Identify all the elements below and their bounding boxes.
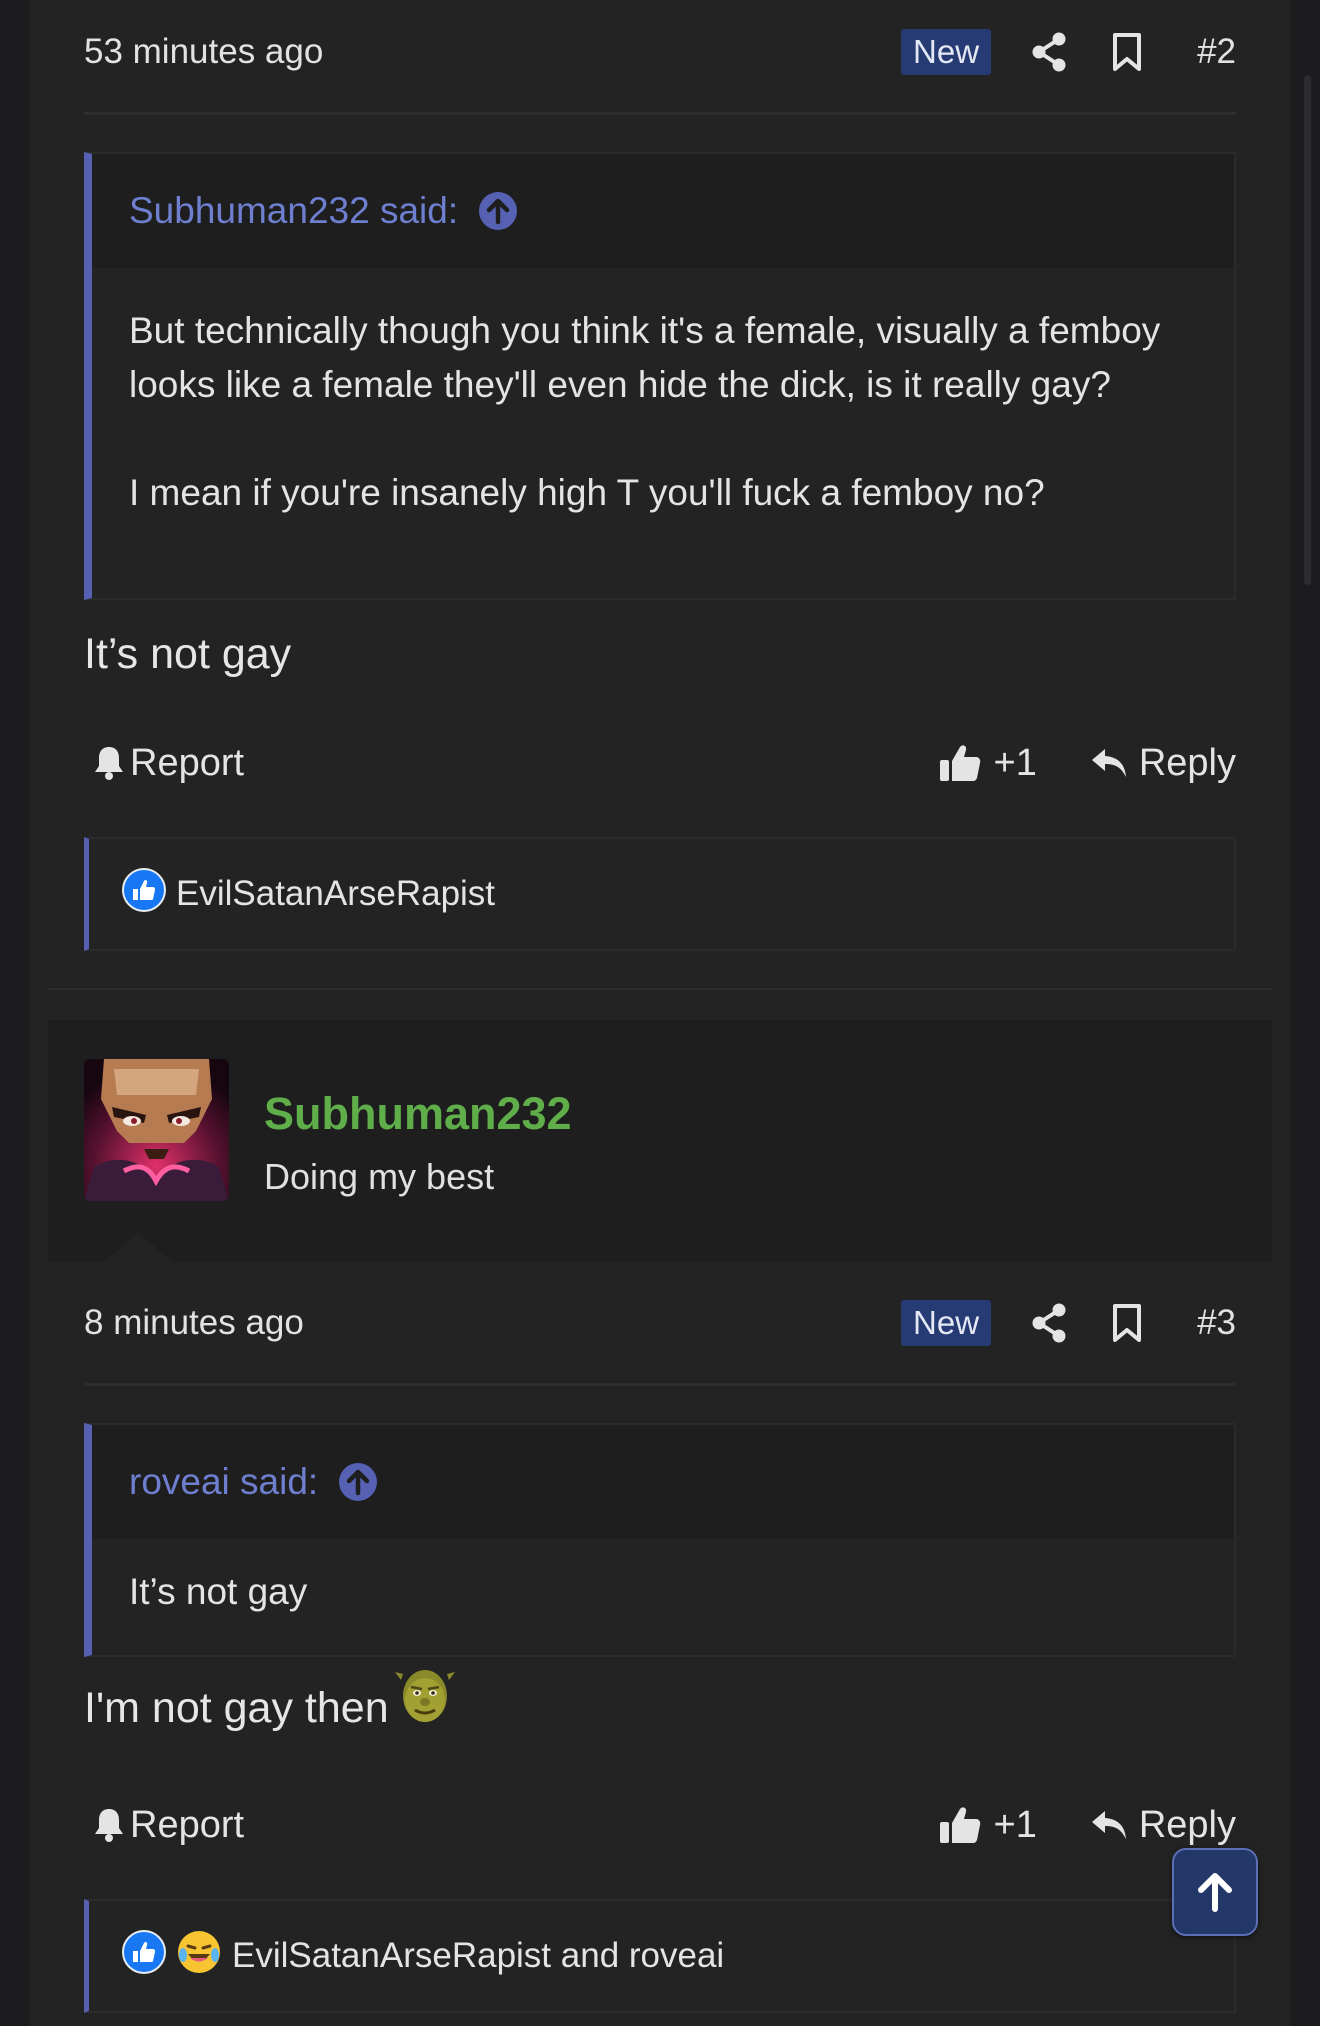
share-icon[interactable] <box>1029 30 1069 74</box>
quote-content: It’s not gay <box>92 1539 1234 1649</box>
post-number-link[interactable]: #2 <box>1197 32 1236 72</box>
reply-button[interactable]: Reply <box>1089 1804 1236 1847</box>
avatar[interactable] <box>84 1059 229 1201</box>
arrow-up-icon <box>1198 1873 1232 1912</box>
bookmark-icon[interactable] <box>1109 30 1145 74</box>
author-title: Doing my best <box>264 1156 495 1197</box>
post-author-block: Subhuman232 Doing my best <box>48 1020 1272 1262</box>
post-actions: Report +1 Reply <box>84 1795 1236 1855</box>
bell-icon <box>95 1809 123 1842</box>
quote-paragraph: I mean if you're insanely high T you'll … <box>129 472 1045 513</box>
report-button[interactable]: Report <box>84 1804 244 1847</box>
quote-header[interactable]: Subhuman232 said: <box>92 154 1234 268</box>
jump-to-quote-icon[interactable] <box>478 191 518 231</box>
quote-author[interactable]: roveai said: <box>129 1461 318 1503</box>
reply-label: Reply <box>1138 1803 1236 1846</box>
reply-arrow-icon <box>1091 749 1126 777</box>
shrek-emoji <box>393 1660 457 1737</box>
report-button[interactable]: Report <box>84 742 244 785</box>
quote-block: Subhuman232 said: But technically though… <box>84 152 1236 600</box>
post-timestamp[interactable]: 53 minutes ago <box>84 32 323 72</box>
quote-paragraph: It’s not gay <box>129 1571 308 1612</box>
post-separator <box>48 988 1272 990</box>
post-header: 8 minutes ago New #3 <box>84 1298 1236 1348</box>
like-count: +1 <box>993 741 1037 784</box>
quote-content: But technically though you think it's a … <box>92 268 1234 550</box>
post-header: 53 minutes ago New #2 <box>84 27 1236 77</box>
author-block-pointer <box>104 1232 172 1262</box>
bookmark-icon[interactable] <box>1109 1301 1145 1345</box>
jump-to-quote-icon[interactable] <box>338 1462 378 1502</box>
new-badge: New <box>901 1300 992 1346</box>
post-message: I'm not gay then <box>84 1670 457 1737</box>
like-count: +1 <box>993 1803 1037 1846</box>
like-button[interactable]: +1 <box>938 1804 1037 1847</box>
message-text: I'm not gay then <box>84 1684 389 1732</box>
post-actions: Report +1 Reply <box>84 733 1236 793</box>
reactions-bar[interactable]: EvilSatanArseRapist and roveai <box>84 1899 1236 2013</box>
quote-header[interactable]: roveai said: <box>92 1425 1234 1539</box>
author-username[interactable]: Subhuman232 <box>264 1088 572 1140</box>
report-label: Report <box>130 741 245 784</box>
quote-author[interactable]: Subhuman232 said: <box>129 190 458 232</box>
like-button[interactable]: +1 <box>938 742 1037 785</box>
quote-block: roveai said: It’s not gay <box>84 1423 1236 1657</box>
post-message: It’s not gay <box>84 630 291 679</box>
like-reaction-icon <box>122 867 166 921</box>
thumbs-up-icon <box>939 1807 980 1843</box>
laugh-cry-reaction-icon <box>176 1929 222 1984</box>
thumbs-up-icon <box>939 745 980 781</box>
report-label: Report <box>130 1803 245 1846</box>
bell-icon <box>95 747 123 780</box>
post-header-divider <box>84 112 1236 115</box>
share-icon[interactable] <box>1029 1301 1069 1345</box>
new-badge: New <box>901 29 992 75</box>
scroll-to-top-button[interactable] <box>1172 1848 1258 1936</box>
post-header-divider <box>84 1383 1236 1386</box>
reactions-users[interactable]: EvilSatanArseRapist <box>176 874 495 914</box>
reply-button[interactable]: Reply <box>1089 742 1236 785</box>
reactions-bar[interactable]: EvilSatanArseRapist <box>84 837 1236 951</box>
like-reaction-icon <box>122 1929 166 1983</box>
reply-label: Reply <box>1138 741 1236 784</box>
forum-thread-page: 53 minutes ago New #2 Subhuman232 said: … <box>0 0 1320 2026</box>
reactions-users[interactable]: EvilSatanArseRapist and roveai <box>232 1936 724 1976</box>
post-number-link[interactable]: #3 <box>1197 1303 1236 1343</box>
message-text: It’s not gay <box>84 630 292 678</box>
post-timestamp[interactable]: 8 minutes ago <box>84 1303 304 1343</box>
page-scrollbar[interactable] <box>1304 75 1311 585</box>
reply-arrow-icon <box>1091 1811 1126 1839</box>
quote-paragraph: But technically though you think it's a … <box>129 310 1161 405</box>
